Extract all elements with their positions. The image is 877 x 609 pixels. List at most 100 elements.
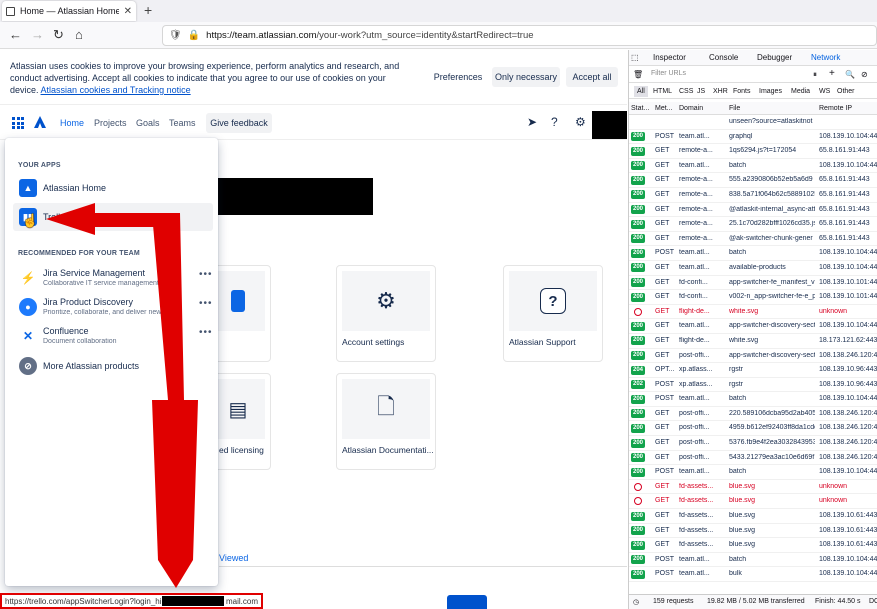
tab-inspector[interactable]: Inspector bbox=[653, 53, 686, 62]
tab-viewed[interactable]: Viewed bbox=[219, 553, 248, 563]
only-necessary-button[interactable]: Only necessary bbox=[492, 67, 560, 87]
network-row[interactable]: unseen?source=atlaskitnot bbox=[629, 115, 877, 130]
type-filter-xhr[interactable]: XHR bbox=[713, 88, 728, 95]
type-filter-js[interactable]: JS bbox=[697, 88, 705, 95]
block-icon[interactable]: ⊘ bbox=[861, 70, 868, 79]
lock-icon[interactable]: 🔒 bbox=[188, 30, 200, 41]
app-jira-service-management[interactable]: ⚡ Jira Service Management Collaborative … bbox=[13, 264, 213, 292]
add-icon[interactable]: + bbox=[829, 68, 835, 79]
trash-icon[interactable]: 🗑 bbox=[633, 70, 643, 79]
file-cell: blue.svg bbox=[729, 482, 756, 490]
tab-network[interactable]: Network bbox=[811, 53, 840, 62]
network-row[interactable]: 200 GET post-offi... 5433.21279ea3ac10e6d69… bbox=[629, 451, 877, 466]
network-row[interactable]: GET flight-de... white.svg unknown bbox=[629, 305, 877, 320]
network-row[interactable]: 200 GET post-offi... app-switcher-discovery… bbox=[629, 349, 877, 364]
notification-icon[interactable]: ➤ bbox=[527, 115, 537, 129]
forward-arrow-icon[interactable]: → bbox=[31, 27, 44, 42]
network-row[interactable]: 200 POST team.atl... batch 108.139.10.104:44… bbox=[629, 246, 877, 261]
type-filter-html[interactable]: HTML bbox=[653, 88, 672, 95]
pick-element-icon[interactable]: ⬚ bbox=[631, 53, 639, 62]
network-row[interactable]: 200 GET team.atl... batch 108.139.10.104:443 bbox=[629, 159, 877, 174]
network-row[interactable]: 200 POST team.atl... batch 108.139.10.104:44… bbox=[629, 465, 877, 480]
network-row[interactable]: 200 GET post-offi... 4959.b612ef92403ff8da1… bbox=[629, 421, 877, 437]
tile-atlassian-support[interactable]: ? Atlassian Support bbox=[503, 265, 603, 362]
network-row[interactable]: 200 GET remote-a... 838.5a71f064b62c5889102… bbox=[629, 188, 877, 203]
app-jira-product-discovery[interactable]: ● Jira Product Discovery Prioritize, col… bbox=[13, 293, 213, 321]
network-row[interactable]: 200 GET flight-de... white.svg 18.173.121.62… bbox=[629, 334, 877, 349]
nav-goals[interactable]: Goals bbox=[136, 118, 160, 128]
settings-gear-icon[interactable]: ⚙ bbox=[575, 115, 586, 129]
nav-home[interactable]: Home bbox=[60, 118, 84, 128]
app-confluence[interactable]: ✕ Confluence Document collaboration ••• bbox=[13, 322, 213, 350]
app-switcher-grid-icon[interactable] bbox=[12, 117, 24, 129]
type-filter-all[interactable]: All bbox=[634, 86, 648, 97]
pause-icon[interactable]: ⏸ bbox=[813, 70, 817, 80]
network-row[interactable]: 200 GET fd-confi... app-switcher-fe_manifes… bbox=[629, 276, 877, 291]
reload-icon[interactable]: ↻ bbox=[53, 27, 64, 43]
network-row[interactable]: 200 GET fd-assets... blue.svg 108.139.10.61:… bbox=[629, 524, 877, 539]
type-filter-css[interactable]: CSS bbox=[679, 88, 693, 95]
network-row[interactable]: 200 GET post-offi... 220.589106dcba95d2ab40… bbox=[629, 407, 877, 422]
network-row[interactable]: 200 POST team.atl... graphql 108.139.10.104:… bbox=[629, 130, 877, 145]
status-badge: 200 bbox=[631, 555, 645, 565]
network-row[interactable]: 200 GET remote-a... 25.1c70d282bfff1026cd35… bbox=[629, 217, 877, 232]
tab-console[interactable]: Console bbox=[709, 53, 738, 62]
app-atlassian-home[interactable]: ▲ Atlassian Home bbox=[13, 174, 213, 202]
col-method[interactable]: Met... bbox=[655, 105, 673, 112]
network-row[interactable]: 200 POST team.atl... batch 108.139.10.104:44… bbox=[629, 553, 877, 568]
type-filter-other[interactable]: Other bbox=[837, 88, 855, 95]
type-filter-media[interactable]: Media bbox=[791, 88, 810, 95]
network-row[interactable]: 200 GET fd-assets... blue.svg 108.139.10.61:… bbox=[629, 509, 877, 524]
url-text[interactable]: https://team.atlassian.com/your-work?utm… bbox=[206, 30, 533, 41]
method-cell: POST bbox=[655, 249, 675, 257]
type-filter-fonts[interactable]: Fonts bbox=[733, 88, 751, 95]
tile-atlassian-documentation[interactable]: 🗋 Atlassian Documentati... bbox=[336, 373, 436, 470]
close-tab-icon[interactable]: ✕ bbox=[124, 6, 132, 17]
more-options-icon[interactable]: ••• bbox=[199, 327, 213, 338]
col-status[interactable]: Stat... bbox=[631, 105, 649, 112]
nav-projects[interactable]: Projects bbox=[94, 118, 127, 128]
more-options-icon[interactable]: ••• bbox=[199, 269, 213, 280]
network-row[interactable]: 200 GET fd-confi... v002-n_app-switcher-fe-… bbox=[629, 290, 877, 305]
network-row[interactable]: 200 GET remote-a... @ak-switcher-chunk-gene… bbox=[629, 232, 877, 247]
network-row[interactable]: GET fd-assets... blue.svg unknown bbox=[629, 480, 877, 495]
type-filter-images[interactable]: Images bbox=[759, 88, 782, 95]
app-trello[interactable]: ▮▮ Trello bbox=[13, 203, 213, 231]
col-domain[interactable]: Domain bbox=[679, 105, 703, 112]
accept-all-button[interactable]: Accept all bbox=[566, 67, 618, 87]
network-row[interactable]: 200 POST team.atl... bulk 108.139.10.104:443 bbox=[629, 567, 877, 582]
nav-teams[interactable]: Teams bbox=[169, 118, 196, 128]
help-icon[interactable]: ? bbox=[551, 115, 558, 129]
type-filter-ws[interactable]: WS bbox=[819, 88, 830, 95]
shield-icon[interactable]: 🛡 bbox=[169, 30, 182, 41]
tab-debugger[interactable]: Debugger bbox=[757, 53, 792, 62]
network-row[interactable]: 204 OPT... xp.atlass... rgstr 108.139.10.96:… bbox=[629, 363, 877, 378]
network-row[interactable]: 200 GET team.atl... app-switcher-discovery-… bbox=[629, 319, 877, 334]
network-row[interactable]: 200 POST team.atl... batch 108.139.10.104:44… bbox=[629, 392, 877, 407]
more-atlassian-products[interactable]: ⊘ More Atlassian products bbox=[13, 352, 213, 380]
more-options-icon[interactable]: ••• bbox=[199, 298, 213, 309]
cookie-notice-link[interactable]: Atlassian cookies and Tracking notice bbox=[41, 85, 191, 95]
network-row[interactable]: 200 GET post-offi... 5376.fb9e4f2ea30328439… bbox=[629, 436, 877, 451]
back-arrow-icon[interactable]: ← bbox=[9, 27, 22, 42]
home-icon[interactable]: ⌂ bbox=[75, 27, 83, 42]
col-file[interactable]: File bbox=[729, 105, 740, 112]
preferences-button[interactable]: Preferences bbox=[430, 67, 486, 87]
search-icon[interactable]: 🔍 bbox=[845, 70, 855, 79]
network-row[interactable]: 200 GET remote-a... @atlaskit-internal_asyn… bbox=[629, 203, 877, 218]
tile-account-settings[interactable]: ⚙ Account settings bbox=[336, 265, 436, 362]
col-remote-ip[interactable]: Remote IP bbox=[819, 105, 852, 112]
atlassian-logo-icon[interactable] bbox=[33, 115, 47, 129]
network-table-header: Stat... Met... Domain File Remote IP bbox=[629, 102, 877, 115]
filter-urls-input[interactable]: Filter URLs bbox=[651, 70, 686, 77]
network-row[interactable]: 200 GET fd-assets... blue.svg 108.139.10.61:… bbox=[629, 538, 877, 553]
new-tab-button[interactable]: + bbox=[144, 2, 152, 18]
network-row[interactable]: 200 GET team.atl... available-products 108.1… bbox=[629, 261, 877, 276]
browser-tab[interactable]: Home — Atlassian Home ✕ bbox=[2, 1, 136, 21]
network-row[interactable]: 202 POST xp.atlass... rgstr 108.139.10.96:44… bbox=[629, 378, 877, 393]
network-row[interactable]: 200 GET remote-a... 555.a2390806b52eb5a6d9 6… bbox=[629, 173, 877, 188]
network-row[interactable]: GET fd-assets... blue.svg unknown bbox=[629, 494, 877, 510]
give-feedback-button[interactable]: Give feedback bbox=[206, 113, 272, 133]
network-row[interactable]: 200 GET remote-a... 1qs6294.js?t=172054 65.8… bbox=[629, 144, 877, 159]
address-bar[interactable]: 🛡 🔒 https://team.atlassian.com/your-work… bbox=[162, 25, 877, 46]
